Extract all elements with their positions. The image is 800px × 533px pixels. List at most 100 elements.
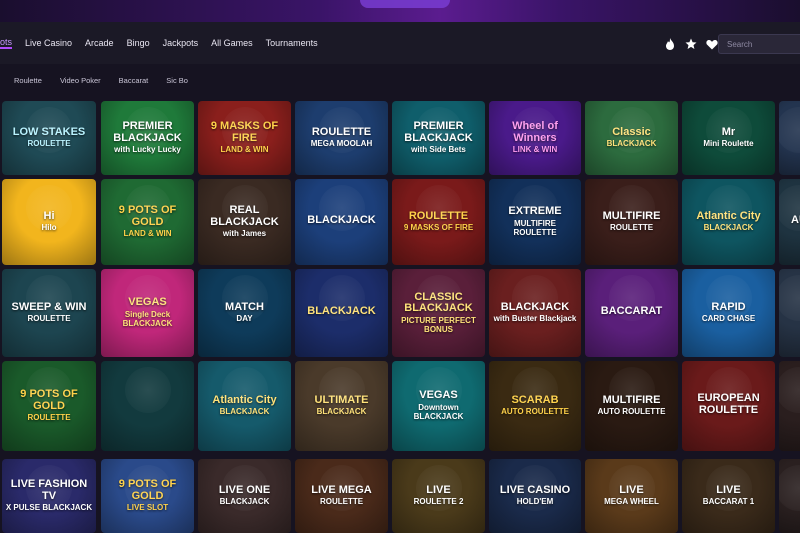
- tile-artwork: [318, 367, 365, 413]
- game-tile[interactable]: [779, 101, 800, 175]
- tile-artwork: [124, 185, 171, 231]
- nav-icon-group: [664, 38, 718, 50]
- game-tile[interactable]: Atlantic CityBLACKJACK: [198, 361, 291, 451]
- nav-item-slots[interactable]: ots: [0, 37, 13, 49]
- tile-subtitle: with James: [222, 229, 267, 239]
- tile-artwork: [26, 185, 72, 231]
- tile-subtitle: LAND & WIN: [123, 229, 172, 239]
- tile-artwork: [415, 465, 462, 511]
- game-tile[interactable]: MULTIFIREROULETTE: [585, 179, 678, 265]
- game-tile[interactable]: PREMIER BLACKJACKwith Side Bets: [392, 101, 485, 175]
- game-tile[interactable]: 9 MASKS OF FIRELAND & WIN: [198, 101, 291, 175]
- subnav-item-sic-bo[interactable]: Sic Bo: [166, 76, 188, 85]
- game-tile[interactable]: [779, 459, 800, 533]
- game-tile[interactable]: REAL BLACKJACKwith James: [198, 179, 291, 265]
- tile-artwork: [26, 107, 72, 153]
- top-banner: [0, 0, 800, 22]
- game-tile[interactable]: MULTIFIREAUTO ROULETTE: [585, 361, 678, 451]
- nav-item-tournaments[interactable]: Tournaments: [266, 38, 318, 48]
- game-tile[interactable]: 9 POTS OF GOLDROULETTE: [2, 361, 96, 451]
- game-tile[interactable]: HiHilo: [2, 179, 96, 265]
- subnav-item-baccarat[interactable]: Baccarat: [119, 76, 149, 85]
- tile-artwork: [705, 107, 752, 153]
- tile-artwork: [26, 367, 72, 413]
- tile-artwork: [26, 275, 72, 321]
- game-tile[interactable]: ClassicBLACKJACK: [585, 101, 678, 175]
- game-tile[interactable]: BLACKJACKwith Buster Blackjack: [489, 269, 581, 357]
- tile-artwork: [779, 367, 800, 413]
- nav-item-all-games[interactable]: All Games: [211, 38, 253, 48]
- tile-artwork: [124, 465, 171, 511]
- tile-artwork: [608, 185, 655, 231]
- tile-artwork: [318, 465, 365, 511]
- tile-artwork: [608, 465, 655, 511]
- game-tile[interactable]: LIVEMEGA WHEEL: [585, 459, 678, 533]
- search-input[interactable]: [725, 38, 799, 50]
- game-tile[interactable]: SCARABAUTO ROULETTE: [489, 361, 581, 451]
- nav-item-live-casino[interactable]: Live Casino: [25, 38, 72, 48]
- nav-item-bingo[interactable]: Bingo: [127, 38, 150, 48]
- tile-artwork: [26, 465, 72, 511]
- game-tile[interactable]: AU: [779, 179, 800, 265]
- tile-artwork: [124, 275, 171, 321]
- game-tile[interactable]: CLASSIC BLACKJACKPICTURE PERFECT BONUS: [392, 269, 485, 357]
- game-tile[interactable]: RAPIDCARD CHASE: [682, 269, 775, 357]
- heart-icon[interactable]: [706, 38, 718, 50]
- tile-artwork: [608, 275, 655, 321]
- flame-icon[interactable]: [664, 38, 676, 50]
- subnav-item-roulette[interactable]: Roulette: [14, 76, 42, 85]
- nav-item-jackpots[interactable]: Jackpots: [163, 38, 199, 48]
- tile-artwork: [512, 367, 558, 413]
- tile-artwork: [318, 275, 365, 321]
- tile-artwork: [124, 107, 171, 153]
- subnav-item-video-poker[interactable]: Video Poker: [60, 76, 101, 85]
- game-tile[interactable]: BACCARAT: [585, 269, 678, 357]
- tile-artwork: [415, 275, 462, 321]
- game-tile[interactable]: VEGASSingle Deck BLACKJACK: [101, 269, 194, 357]
- game-tile[interactable]: 9 POTS OF GOLDLAND & WIN: [101, 179, 194, 265]
- tile-artwork: [705, 185, 752, 231]
- game-tile[interactable]: PREMIER BLACKJACKwith Lucky Lucky: [101, 101, 194, 175]
- nav-item-arcade[interactable]: Arcade: [85, 38, 114, 48]
- tile-artwork: [512, 465, 558, 511]
- game-tile[interactable]: [101, 361, 194, 451]
- game-tile[interactable]: LIVEROULETTE 2: [392, 459, 485, 533]
- star-icon[interactable]: [685, 38, 697, 50]
- game-tile[interactable]: ULTIMATEBLACKJACK: [295, 361, 388, 451]
- game-tile[interactable]: LIVE FASHION TVX PULSE BLACKJACK: [2, 459, 96, 533]
- game-tile[interactable]: BLACKJACK: [295, 269, 388, 357]
- tile-artwork: [608, 107, 655, 153]
- game-tile[interactable]: EXTREMEMULTIFIRE ROULETTE: [489, 179, 581, 265]
- game-tile[interactable]: 9 POTS OF GOLDLIVE SLOT: [101, 459, 194, 533]
- game-tile[interactable]: LOW STAKESROULETTE: [2, 101, 96, 175]
- main-nav: ots Live Casino Arcade Bingo Jackpots Al…: [0, 22, 800, 64]
- game-tile[interactable]: MrMini Roulette: [682, 101, 775, 175]
- game-tile[interactable]: [779, 361, 800, 451]
- game-tile[interactable]: LIVE MEGAROULETTE: [295, 459, 388, 533]
- banner-logo: [360, 0, 450, 8]
- tile-artwork: [318, 185, 365, 231]
- game-tile[interactable]: Atlantic CityBLACKJACK: [682, 179, 775, 265]
- game-tile[interactable]: LIVE ONEBLACKJACK: [198, 459, 291, 533]
- tile-artwork: [608, 367, 655, 413]
- sub-nav: Roulette Video Poker Baccarat Sic Bo: [0, 64, 800, 96]
- game-tile[interactable]: [779, 269, 800, 357]
- game-tile[interactable]: ROULETTE9 MASKS OF FIRE: [392, 179, 485, 265]
- game-tile[interactable]: LIVEBACCARAT 1: [682, 459, 775, 533]
- game-tile[interactable]: ROULETTEMEGA MOOLAH: [295, 101, 388, 175]
- tile-artwork: [779, 107, 800, 153]
- tile-artwork: [779, 185, 800, 231]
- game-tile[interactable]: EUROPEAN ROULETTE: [682, 361, 775, 451]
- tile-artwork: [512, 107, 558, 153]
- tile-artwork: [415, 367, 462, 413]
- game-tile[interactable]: BLACKJACK: [295, 179, 388, 265]
- game-grid: LOW STAKESROULETTEPREMIER BLACKJACKwith …: [0, 101, 800, 533]
- tile-subtitle: ROULETTE: [27, 413, 71, 423]
- game-tile[interactable]: LIVE CASINOHOLD'EM: [489, 459, 581, 533]
- tile-artwork: [221, 367, 268, 413]
- game-tile[interactable]: MATCHDAY: [198, 269, 291, 357]
- game-tile[interactable]: Wheel of WinnersLINK & WIN: [489, 101, 581, 175]
- search-box[interactable]: [718, 34, 800, 54]
- game-tile[interactable]: VEGASDowntown BLACKJACK: [392, 361, 485, 451]
- game-tile[interactable]: SWEEP & WINROULETTE: [2, 269, 96, 357]
